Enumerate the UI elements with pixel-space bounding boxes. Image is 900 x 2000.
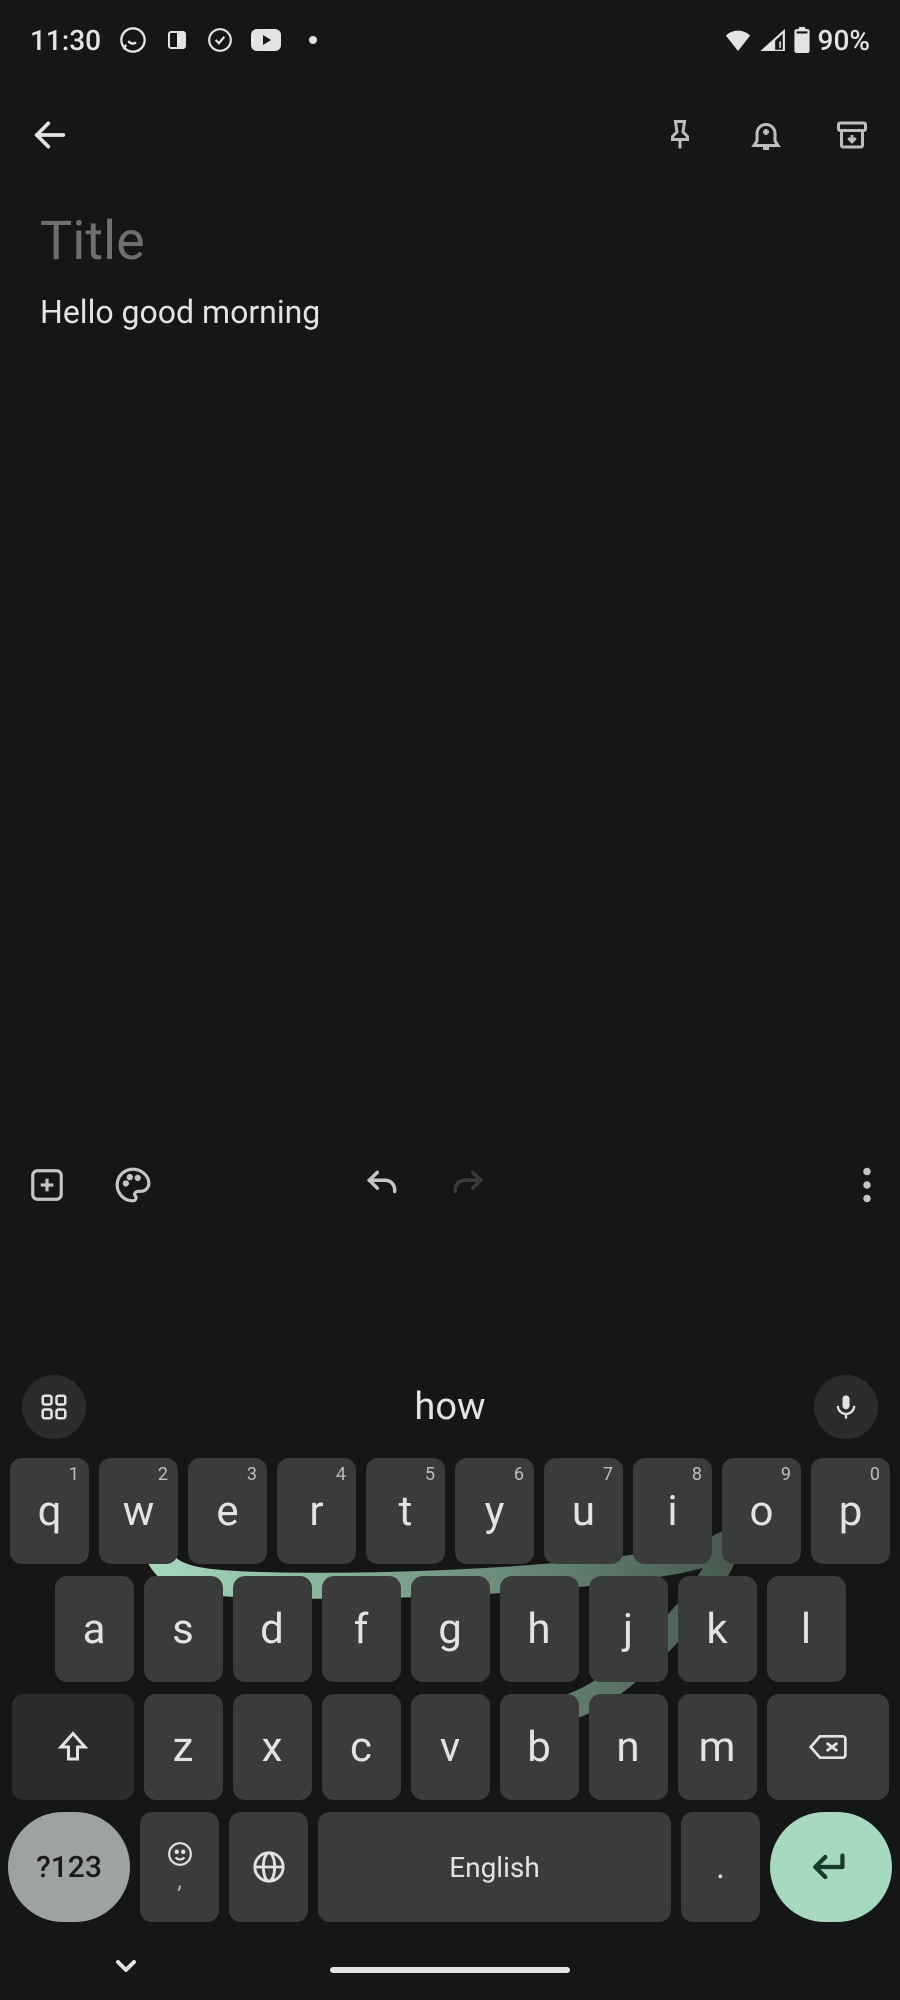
suggestion-bar: how xyxy=(0,1362,900,1452)
status-bar: 11:30 ! 90% xyxy=(0,0,900,80)
status-left: 11:30 xyxy=(30,24,317,57)
key-m[interactable]: m xyxy=(678,1694,757,1800)
key-l[interactable]: l xyxy=(767,1576,846,1682)
key-x[interactable]: x xyxy=(233,1694,312,1800)
nav-bar xyxy=(0,1940,900,2000)
key-y[interactable]: y6 xyxy=(455,1458,534,1564)
status-right: ! 90% xyxy=(724,24,870,57)
key-v[interactable]: v xyxy=(411,1694,490,1800)
whatsapp-icon xyxy=(119,26,147,54)
format-bar xyxy=(0,1145,900,1225)
check-icon xyxy=(207,27,233,53)
key-r[interactable]: r4 xyxy=(277,1458,356,1564)
reminder-button[interactable] xyxy=(748,117,784,153)
key-a[interactable]: a xyxy=(55,1576,134,1682)
key-q[interactable]: q1 xyxy=(10,1458,89,1564)
collapse-keyboard-button[interactable] xyxy=(110,1950,142,1982)
key-h[interactable]: h xyxy=(500,1576,579,1682)
key-k[interactable]: k xyxy=(678,1576,757,1682)
key-n[interactable]: n xyxy=(589,1694,668,1800)
key-w[interactable]: w2 xyxy=(99,1458,178,1564)
key-d[interactable]: d xyxy=(233,1576,312,1682)
key-s[interactable]: s xyxy=(144,1576,223,1682)
key-o[interactable]: o9 xyxy=(722,1458,801,1564)
note-content: Hello good morning xyxy=(0,190,900,351)
keyboard-apps-button[interactable] xyxy=(22,1375,86,1439)
backspace-key[interactable] xyxy=(767,1694,889,1800)
key-e[interactable]: e3 xyxy=(188,1458,267,1564)
key-t[interactable]: t5 xyxy=(366,1458,445,1564)
wifi-icon xyxy=(724,29,752,51)
more-notifications-dot xyxy=(309,36,317,44)
key-c[interactable]: c xyxy=(322,1694,401,1800)
space-key[interactable]: English xyxy=(318,1812,671,1922)
note-body[interactable]: Hello good morning xyxy=(40,293,860,331)
enter-key[interactable] xyxy=(770,1812,892,1922)
pin-button[interactable] xyxy=(662,117,698,153)
svg-text:!: ! xyxy=(778,40,781,51)
mic-button[interactable] xyxy=(814,1375,878,1439)
keyboard-rows: q1w2e3r4t5y6u7i8o9p0 asdfghjkl zxcvbnm ?… xyxy=(0,1452,900,1940)
key-u[interactable]: u7 xyxy=(544,1458,623,1564)
key-z[interactable]: z xyxy=(144,1694,223,1800)
battery-percent: 90% xyxy=(818,24,870,57)
battery-icon xyxy=(794,27,810,53)
status-time: 11:30 xyxy=(30,24,101,57)
undo-button[interactable] xyxy=(363,1166,401,1204)
key-g[interactable]: g xyxy=(411,1576,490,1682)
nav-handle[interactable] xyxy=(330,1967,570,1973)
symbols-key[interactable]: ?123 xyxy=(8,1812,130,1922)
card-icon xyxy=(165,28,189,52)
title-input[interactable] xyxy=(40,210,860,273)
language-key[interactable] xyxy=(229,1812,308,1922)
key-j[interactable]: j xyxy=(589,1576,668,1682)
palette-button[interactable] xyxy=(114,1166,152,1204)
archive-button[interactable] xyxy=(834,117,870,153)
shift-key[interactable] xyxy=(12,1694,134,1800)
key-p[interactable]: p0 xyxy=(811,1458,890,1564)
redo-button[interactable] xyxy=(449,1166,487,1204)
back-button[interactable] xyxy=(30,115,70,155)
key-i[interactable]: i8 xyxy=(633,1458,712,1564)
suggestion-word[interactable]: how xyxy=(414,1385,485,1429)
add-button[interactable] xyxy=(28,1166,66,1204)
more-button[interactable] xyxy=(862,1167,872,1203)
youtube-icon xyxy=(251,29,281,51)
emoji-key[interactable]: , xyxy=(140,1812,219,1922)
key-b[interactable]: b xyxy=(500,1694,579,1800)
signal-icon: ! xyxy=(760,29,786,51)
app-bar xyxy=(0,80,900,190)
keyboard: how q1w2e3r4t5y6u7i8o9p0 asdfghjkl zxcvb… xyxy=(0,1362,900,2000)
period-key[interactable]: . xyxy=(681,1812,760,1922)
key-f[interactable]: f xyxy=(322,1576,401,1682)
